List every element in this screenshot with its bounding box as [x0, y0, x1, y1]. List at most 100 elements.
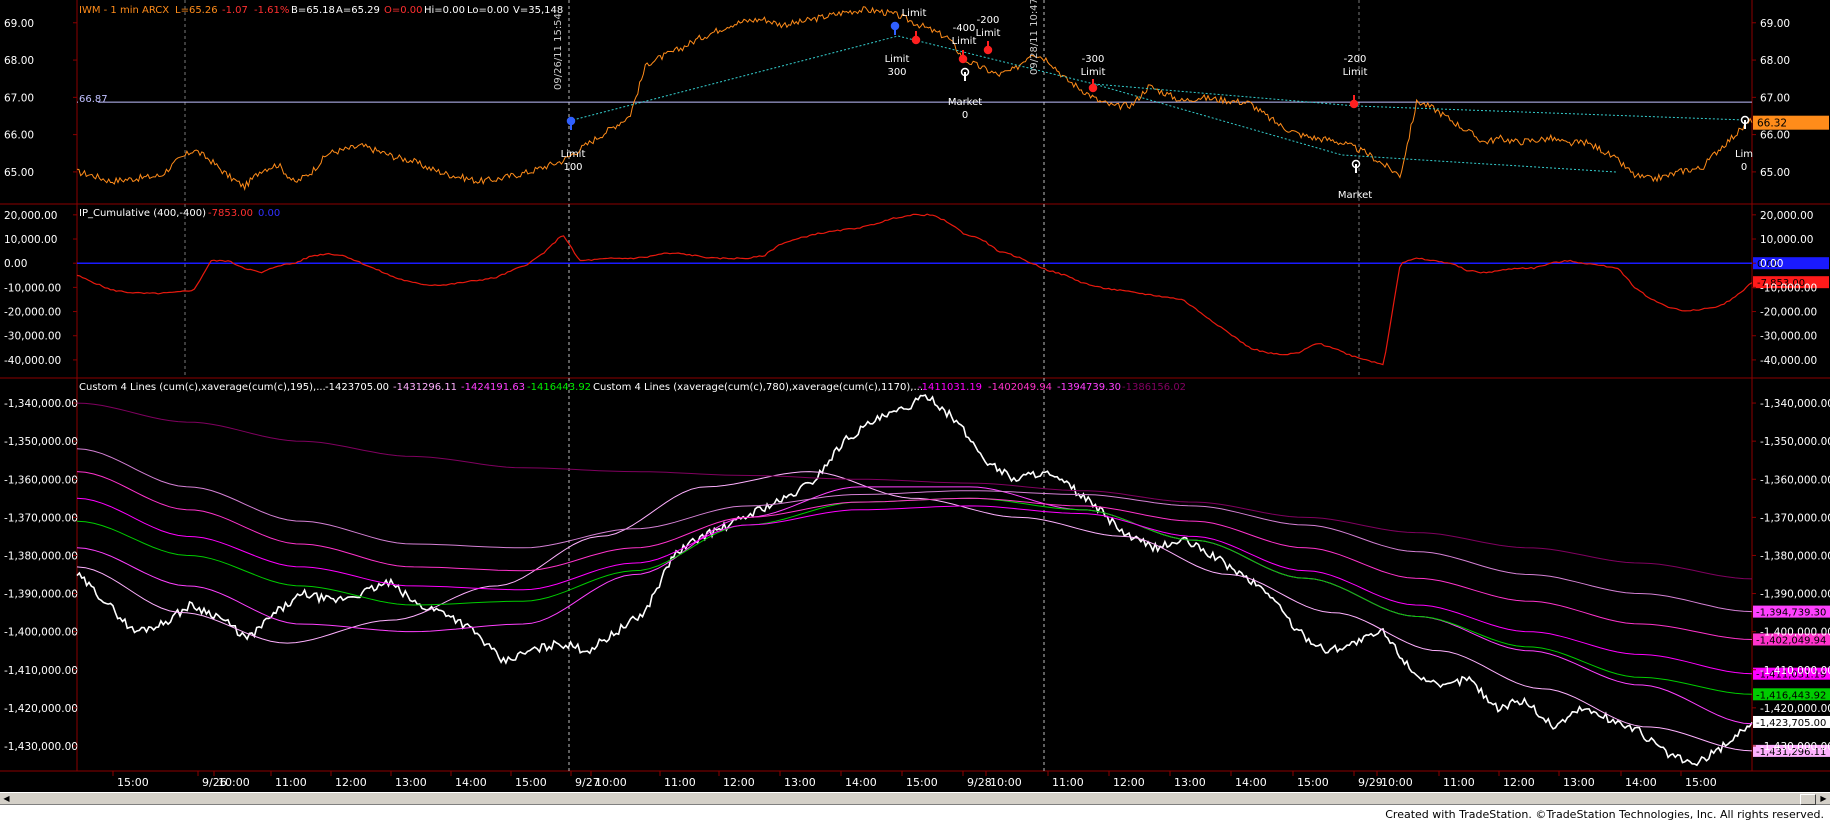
order-label: Limit: [952, 36, 977, 47]
study-legend-b-val1: -1411031.19: [918, 382, 982, 393]
study-legend-a-val4: -1416443.92: [527, 382, 591, 393]
study-legend-a-val3: -1424191.63: [461, 382, 525, 393]
study-xavg-1170: [76, 448, 1753, 613]
price-series: [76, 6, 1753, 191]
order-label: -400: [953, 23, 976, 34]
y-tick-right: -1,410,000.00: [1760, 665, 1830, 677]
y-tick-left: -1,390,000.00: [4, 589, 78, 601]
x-tick-label: 11:00: [275, 776, 307, 789]
y-tick-left: 69.00: [4, 18, 34, 30]
order-timestamp: 09/28/11 10:47: [1029, 0, 1040, 75]
study-legend-b: Custom 4 Lines (xaverage(cum(c),780),xav…: [593, 382, 923, 393]
cumulative-value-a: -7853.00: [208, 208, 253, 219]
y-tick-left: -1,350,000.00: [4, 436, 78, 448]
study-value-label: -1,423,705.00: [1756, 718, 1826, 729]
y-tick-left: 10,000.00: [4, 234, 57, 246]
y-tick-right: -30,000.00: [1760, 331, 1817, 343]
y-tick-right: -1,420,000.00: [1760, 703, 1830, 715]
order-label: Lim: [1735, 149, 1753, 160]
scroll-left-icon[interactable]: ◀: [0, 793, 13, 804]
y-tick-right: 20,000.00: [1760, 210, 1813, 222]
y-tick-left: -20,000.00: [4, 307, 61, 319]
study-legend-b-val4: -1386156.02: [1122, 382, 1186, 393]
x-tick-label: 10:00: [595, 776, 627, 789]
header-open: O=0.00: [384, 5, 423, 16]
x-tick-label: 14:00: [455, 776, 487, 789]
cumulative-panel[interactable]: 0.00-7,853.00: [76, 213, 1829, 366]
chart-canvas[interactable]: 09/26/11 15:54 09/28/11 10:47 Limit 100 Limi…: [0, 0, 1830, 792]
x-tick-label: 15:00: [515, 776, 547, 789]
order-label: Market: [1338, 190, 1372, 201]
header-symbol: IWM - 1 min ARCX: [79, 5, 169, 16]
study-legend-a: Custom 4 Lines (cum(c),xaverage(cum(c),1…: [79, 382, 326, 393]
study-legend-a-val1: -1423705.00: [325, 382, 389, 393]
y-tick-right: 65.00: [1760, 167, 1790, 179]
scroll-right-icon[interactable]: ▶: [1817, 793, 1830, 804]
x-tick-label: 14:00: [1235, 776, 1267, 789]
y-tick-right: -1,380,000.00: [1760, 550, 1830, 562]
horizontal-scrollbar[interactable]: ◀ ▶: [0, 792, 1830, 805]
y-tick-right: -1,430,000.00: [1760, 741, 1830, 753]
header-low: Lo=0.00: [467, 5, 509, 16]
order-label: Limit: [561, 149, 586, 160]
y-tick-left: -1,410,000.00: [4, 665, 78, 677]
x-tick-label: 14:00: [1625, 776, 1657, 789]
study-legend-b-val2: -1402049.94: [988, 382, 1052, 393]
y-tick-right: -1,350,000.00: [1760, 436, 1830, 448]
y-tick-left: 67.00: [4, 92, 34, 104]
y-tick-left: -1,400,000.00: [4, 627, 78, 639]
order-label: -200: [977, 15, 1000, 26]
header-last: L=65.26: [175, 5, 218, 16]
y-tick-right: -10,000.00: [1760, 282, 1817, 294]
y-tick-left: -1,360,000.00: [4, 474, 78, 486]
price-panel[interactable]: 09/26/11 15:54 09/28/11 10:47 Limit 100 Limi…: [76, 0, 1829, 201]
study-legend-b-val3: -1394739.30: [1057, 382, 1121, 393]
x-tick-label: 11:00: [1443, 776, 1475, 789]
order-label: Limit: [1081, 67, 1106, 78]
header-change-pct: -1.61%: [254, 5, 289, 16]
y-tick-left: 66.00: [4, 130, 34, 142]
y-tick-left: -10,000.00: [4, 282, 61, 294]
y-tick-right: -1,400,000.00: [1760, 627, 1830, 639]
x-tick-label: 15:00: [1297, 776, 1329, 789]
study-xavg-long: [76, 402, 1753, 580]
y-tick-right: -1,390,000.00: [1760, 589, 1830, 601]
header-volume: V=35,148: [513, 5, 563, 16]
x-tick-label: 13:00: [784, 776, 816, 789]
y-tick-right: -1,340,000.00: [1760, 398, 1830, 410]
x-tick-label: 10:00: [218, 776, 250, 789]
last-price-label: 66.32: [1757, 118, 1787, 130]
x-tick-label: 11:00: [1052, 776, 1084, 789]
y-tick-left: -30,000.00: [4, 331, 61, 343]
order-timestamp: 09/26/11 15:54: [553, 13, 564, 90]
header-change: -1.07: [222, 5, 248, 16]
y-tick-right: 68.00: [1760, 55, 1790, 67]
y-tick-left: 20,000.00: [4, 210, 57, 222]
study-cum-series: [76, 394, 1753, 767]
order-label: 0: [1741, 162, 1747, 173]
study-xavg-390: [76, 486, 1753, 725]
y-tick-left: 65.00: [4, 167, 34, 179]
y-tick-left: -40,000.00: [4, 355, 61, 367]
y-tick-right: 66.00: [1760, 130, 1790, 142]
y-tick-right: -1,370,000.00: [1760, 512, 1830, 524]
y-tick-right: -1,360,000.00: [1760, 474, 1830, 486]
header-bid: B=65.18: [291, 5, 335, 16]
order-label: Limit: [885, 54, 910, 65]
order-label: 0: [962, 110, 968, 121]
header-ask: A=65.29: [336, 5, 380, 16]
x-tick-label: 12:00: [723, 776, 755, 789]
cumulative-title: IP_Cumulative (400,-400): [79, 208, 206, 219]
x-tick-label: 15:00: [117, 776, 149, 789]
order-label: Limit: [902, 8, 927, 19]
x-tick-label: 12:00: [1503, 776, 1535, 789]
cumulative-value-b: 0.00: [258, 208, 280, 219]
order-label: Limit: [976, 28, 1001, 39]
study-panel[interactable]: -1,394,739.30-1,402,049.94-1,411,031.19-…: [76, 394, 1830, 767]
y-tick-left: 68.00: [4, 55, 34, 67]
y-tick-left: -1,340,000.00: [4, 398, 78, 410]
order-label: -200: [1344, 54, 1367, 65]
order-label: 100: [563, 162, 582, 173]
scroll-thumb[interactable]: [1800, 794, 1816, 805]
y-tick-left: -1,380,000.00: [4, 550, 78, 562]
